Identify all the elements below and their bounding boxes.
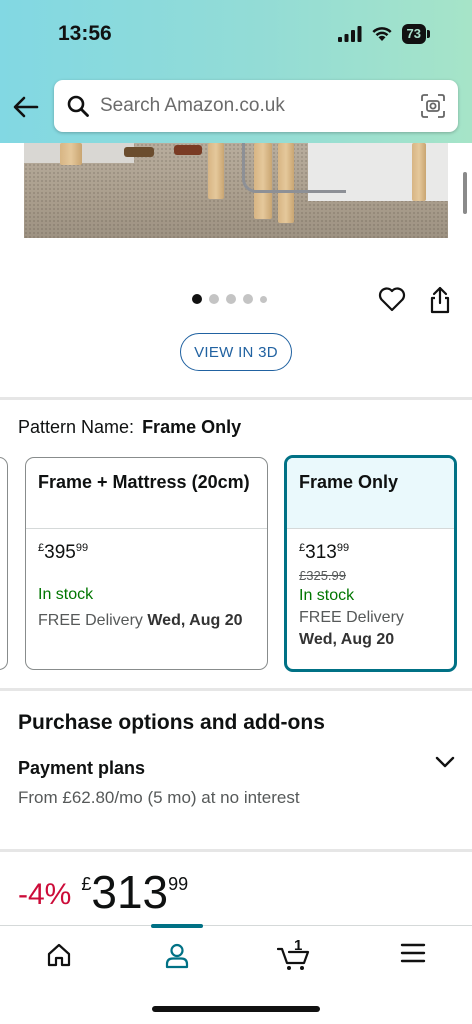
price-currency: £	[81, 874, 92, 894]
header-bar: 13:56 73	[0, 0, 472, 143]
home-indicator	[152, 1006, 320, 1012]
view-in-3d-button[interactable]: VIEW IN 3D	[180, 333, 292, 371]
toy-shelf	[124, 147, 154, 157]
cart-count-badge: 1	[294, 937, 303, 954]
back-arrow-icon[interactable]	[12, 93, 40, 121]
pattern-name-label: Pattern Name: Frame Only	[18, 417, 241, 438]
pattern-label-text: Pattern Name:	[18, 417, 135, 437]
option-card-previous[interactable]	[0, 457, 8, 670]
stock-status: In stock	[299, 587, 355, 604]
option-price: £31399	[299, 542, 350, 563]
bed-leg	[208, 143, 224, 199]
bed-leg	[60, 143, 82, 165]
section-divider	[0, 397, 472, 400]
nav-active-indicator	[151, 924, 203, 928]
option-price: £39599	[38, 542, 89, 563]
chair-frame	[242, 143, 346, 193]
price-fraction: 99	[168, 874, 189, 894]
gallery-dots[interactable]	[192, 294, 267, 304]
was-price: £325.99	[299, 568, 346, 583]
delivery-info: FREE Delivery Wed, Aug 20	[38, 612, 243, 629]
purchase-options-title: Purchase options and add-ons	[18, 711, 325, 734]
home-icon	[47, 943, 71, 967]
option-title: Frame + Mattress (20cm)	[38, 472, 250, 492]
nav-menu[interactable]	[383, 942, 443, 978]
search-input[interactable]	[100, 95, 420, 117]
camera-lens-icon[interactable]	[420, 93, 446, 119]
battery-indicator: 73	[401, 24, 426, 44]
chevron-down-icon[interactable]	[434, 754, 456, 770]
status-time: 13:56	[58, 22, 112, 45]
nav-home[interactable]	[29, 942, 89, 978]
price-block: -4% £ 313 99	[18, 866, 188, 918]
bed-leg	[412, 143, 426, 201]
gallery-dot[interactable]	[260, 295, 267, 303]
option-title: Frame Only	[299, 472, 399, 492]
stock-status: In stock	[38, 586, 94, 603]
section-divider	[0, 688, 472, 691]
status-icons: 73	[337, 24, 430, 44]
product-image[interactable]	[24, 143, 448, 238]
gallery-dot[interactable]	[226, 294, 236, 304]
pattern-selected-value: Frame Only	[142, 417, 242, 437]
gallery-dot[interactable]	[209, 294, 219, 304]
wifi-icon	[371, 27, 392, 41]
price-whole: 313	[91, 866, 169, 918]
option-card-frame-mattress[interactable]: Frame + Mattress (20cm) £39599 In stock …	[25, 457, 268, 670]
battery-tip	[427, 30, 430, 38]
gallery-dot[interactable]	[192, 294, 202, 304]
heart-icon[interactable]	[378, 286, 406, 312]
gallery-dot[interactable]	[243, 294, 253, 304]
scrollbar[interactable]	[463, 172, 467, 214]
payment-plans-title[interactable]: Payment plans	[18, 758, 145, 779]
nav-account[interactable]	[147, 942, 207, 978]
account-icon	[165, 943, 189, 969]
menu-icon	[400, 943, 426, 963]
payment-plans-text: From £62.80/mo (5 mo) at no interest	[18, 788, 300, 807]
option-card-frame-only[interactable]: Frame Only £31399 £325.99 In stock FREE …	[284, 455, 457, 672]
search-icon	[67, 95, 89, 117]
discount-percentage: -4%	[18, 878, 72, 911]
section-divider	[0, 849, 472, 852]
share-icon[interactable]	[428, 286, 452, 314]
delivery-info: FREE Delivery Wed, Aug 20	[299, 609, 404, 648]
signal-icon	[337, 26, 362, 42]
search-bar[interactable]	[54, 80, 458, 132]
